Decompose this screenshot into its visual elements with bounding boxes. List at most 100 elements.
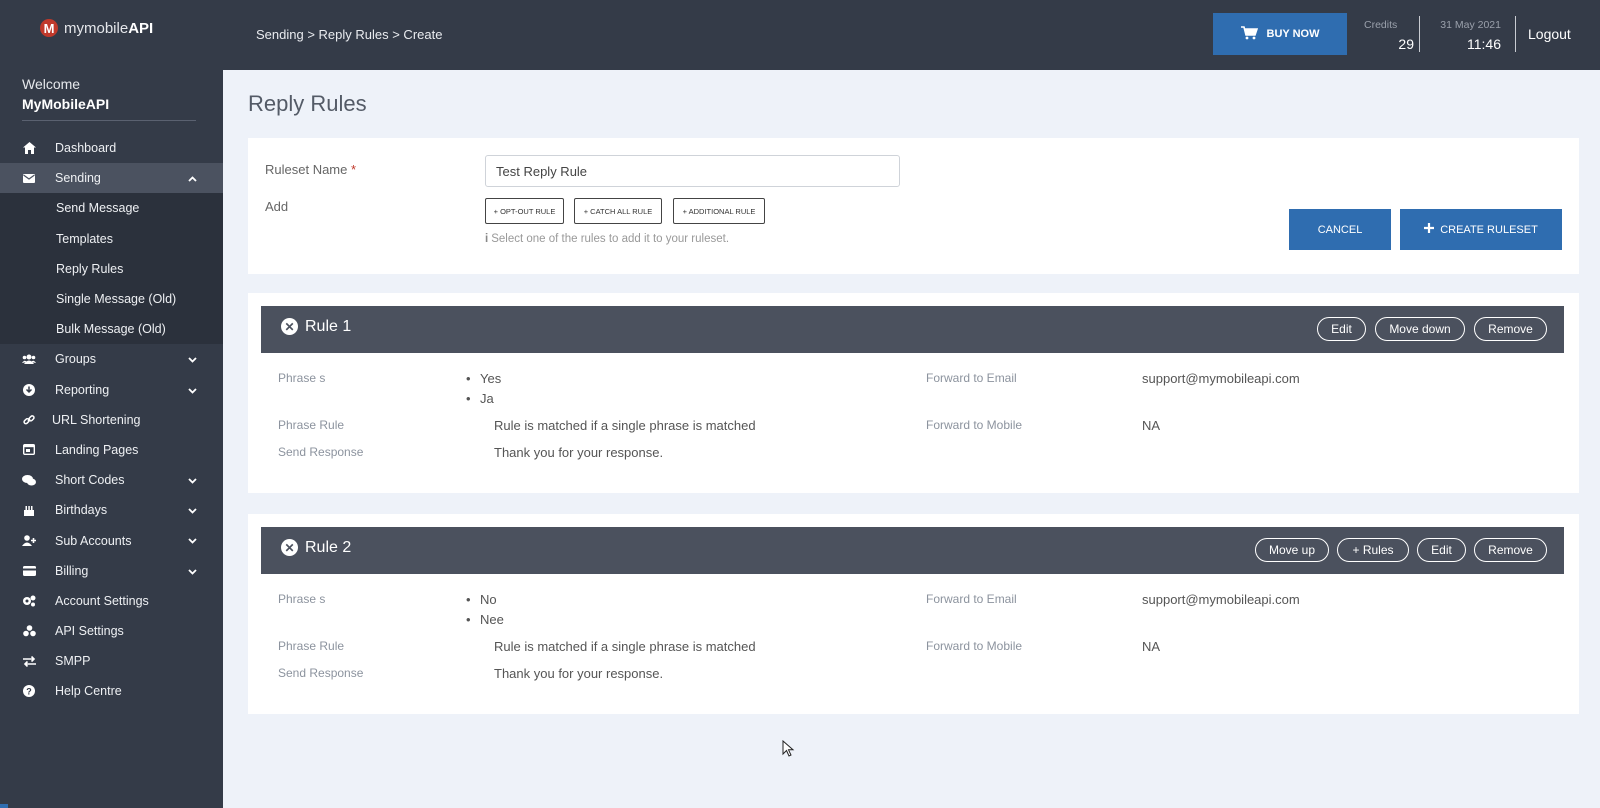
sidebar-item-help-centre[interactable]: ? Help Centre xyxy=(0,676,223,706)
close-circle-icon[interactable]: ✕ xyxy=(281,539,298,556)
divider xyxy=(1515,16,1516,52)
current-time: 11:46 xyxy=(1467,36,1501,52)
sidebar-subitem-send-message[interactable]: Send Message xyxy=(0,193,223,223)
logo-text: mymobileAPI xyxy=(64,19,154,37)
rule-title: Rule 1 xyxy=(305,318,352,335)
chevron-up-icon xyxy=(188,171,197,185)
cancel-label: CANCEL xyxy=(1317,223,1363,236)
top-bar: Sending > Reply Rules > Create BUY NOW C… xyxy=(223,0,1600,70)
credits-block: Credits 29 xyxy=(1364,19,1414,52)
sidebar-item-label: Help Centre xyxy=(55,684,122,699)
mouse-cursor-icon xyxy=(782,739,796,758)
sidebar-item-dashboard[interactable]: Dashboard xyxy=(0,133,223,163)
info-icon: i xyxy=(485,233,489,245)
phrase-item: No xyxy=(466,592,496,607)
welcome-username: MyMobileAPI xyxy=(22,96,110,112)
buy-now-button[interactable]: BUY NOW xyxy=(1213,13,1347,55)
api-icon xyxy=(22,624,36,638)
create-ruleset-label: CREATE RULESET xyxy=(1440,223,1538,236)
logo-mark: M xyxy=(40,19,58,37)
sidebar-item-sending[interactable]: Sending xyxy=(0,163,223,194)
close-circle-icon[interactable]: ✕ xyxy=(281,318,298,335)
cart-icon xyxy=(1240,25,1258,43)
move-down-button[interactable]: Move down xyxy=(1375,317,1465,341)
add-rule-hint: i Select one of the rules to add it to yo… xyxy=(485,233,730,245)
cancel-button[interactable]: CANCEL xyxy=(1289,209,1391,250)
forward-mobile-label: Forward to Mobile xyxy=(926,639,1023,653)
phrase-item: Ja xyxy=(466,391,493,406)
forward-mobile-value: NA xyxy=(1142,418,1161,433)
sidebar-item-label: Short Codes xyxy=(55,473,125,488)
home-icon xyxy=(22,141,36,155)
rule-header: ✕ Rule 2 Move up + Rules Edit Remove xyxy=(261,527,1564,574)
forward-email-value: support@mymobileapi.com xyxy=(1142,592,1300,607)
send-response-value: Thank you for your response. xyxy=(494,666,664,681)
phrase-item: Yes xyxy=(466,371,501,386)
sidebar-subitem-single-message-old[interactable]: Single Message (Old) xyxy=(0,284,223,314)
exchange-icon xyxy=(22,654,36,668)
forward-mobile-label: Forward to Mobile xyxy=(926,418,1023,432)
welcome-block: Welcome MyMobileAPI xyxy=(0,56,223,121)
welcome-label: Welcome xyxy=(22,76,81,92)
taskbar-edge xyxy=(0,804,8,808)
chevron-down-icon xyxy=(188,503,197,517)
add-rules-button[interactable]: + Rules xyxy=(1337,538,1409,562)
link-icon xyxy=(22,413,36,427)
sidebar-item-url-shortening[interactable]: URL Shortening xyxy=(0,405,223,435)
send-response-label: Send Response xyxy=(278,666,364,680)
sidebar-item-groups[interactable]: Groups xyxy=(0,344,223,374)
envelope-icon xyxy=(22,171,36,185)
sidebar-item-label: Templates xyxy=(56,231,113,246)
sidebar-item-label: Birthdays xyxy=(55,503,108,518)
add-catch-all-rule-button[interactable]: + CATCH ALL RULE xyxy=(574,198,662,224)
sidebar-item-sub-accounts[interactable]: Sub Accounts xyxy=(0,525,223,555)
sidebar-subitem-reply-rules[interactable]: Reply Rules xyxy=(0,254,223,284)
chevron-down-icon xyxy=(188,473,197,487)
phrase-rule-label: Phrase Rule xyxy=(278,639,345,653)
chevron-down-icon xyxy=(188,533,197,547)
sidebar-item-short-codes[interactable]: Short Codes xyxy=(0,465,223,495)
sidebar-item-billing[interactable]: Billing xyxy=(0,556,223,586)
datetime-block: 31 May 2021 11:46 xyxy=(1431,19,1501,52)
phrase-rule-value: Rule is matched if a single phrase is ma… xyxy=(494,639,756,654)
ruleset-name-input[interactable] xyxy=(485,155,900,187)
send-response-value: Thank you for your response. xyxy=(494,445,664,460)
send-response-label: Send Response xyxy=(278,445,364,459)
chevron-down-icon xyxy=(188,383,197,397)
buy-now-label: BUY NOW xyxy=(1266,28,1320,40)
plus-icon xyxy=(1424,223,1435,236)
page-title: Reply Rules xyxy=(248,91,367,116)
sidebar-item-label: Account Settings xyxy=(55,593,149,608)
brand-logo[interactable]: M mymobileAPI xyxy=(0,0,223,56)
divider xyxy=(22,120,196,121)
sidebar-item-account-settings[interactable]: Account Settings xyxy=(0,586,223,616)
phrases-label: Phrase s xyxy=(278,592,326,606)
edit-rule-button[interactable]: Edit xyxy=(1317,317,1366,341)
card-icon xyxy=(22,564,36,578)
users-icon xyxy=(22,352,36,366)
forward-email-value: support@mymobileapi.com xyxy=(1142,371,1300,386)
edit-rule-button[interactable]: Edit xyxy=(1417,538,1466,562)
sidebar-item-birthdays[interactable]: Birthdays xyxy=(0,495,223,525)
sidebar-subitem-bulk-message-old[interactable]: Bulk Message (Old) xyxy=(0,314,223,344)
sidebar-item-label: Sending xyxy=(55,171,101,186)
forward-email-label: Forward to Email xyxy=(926,592,1017,606)
rule-header: ✕ Rule 1 Edit Move down Remove xyxy=(261,306,1564,353)
sidebar: M mymobileAPI Welcome MyMobileAPI Dashbo… xyxy=(0,0,223,808)
move-up-button[interactable]: Move up xyxy=(1255,538,1329,562)
sidebar-item-reporting[interactable]: Reporting xyxy=(0,375,223,405)
sidebar-item-smpp[interactable]: SMPP xyxy=(0,646,223,676)
sidebar-subitem-templates[interactable]: Templates xyxy=(0,224,223,254)
remove-rule-button[interactable]: Remove xyxy=(1474,538,1547,562)
remove-rule-button[interactable]: Remove xyxy=(1474,317,1547,341)
sidebar-item-api-settings[interactable]: API Settings xyxy=(0,616,223,646)
phrases-label: Phrase s xyxy=(278,371,326,385)
sidebar-nav: Dashboard Sending Send Message Templates… xyxy=(0,133,223,707)
sidebar-item-landing-pages[interactable]: Landing Pages xyxy=(0,435,223,465)
sidebar-item-label: API Settings xyxy=(55,624,124,639)
add-additional-rule-button[interactable]: + ADDITIONAL RULE xyxy=(673,198,765,224)
logout-link[interactable]: Logout xyxy=(1528,26,1571,42)
create-ruleset-button[interactable]: CREATE RULESET xyxy=(1400,209,1562,250)
add-opt-out-rule-button[interactable]: + OPT-OUT RULE xyxy=(485,198,564,224)
sidebar-item-label: Reporting xyxy=(55,382,110,397)
